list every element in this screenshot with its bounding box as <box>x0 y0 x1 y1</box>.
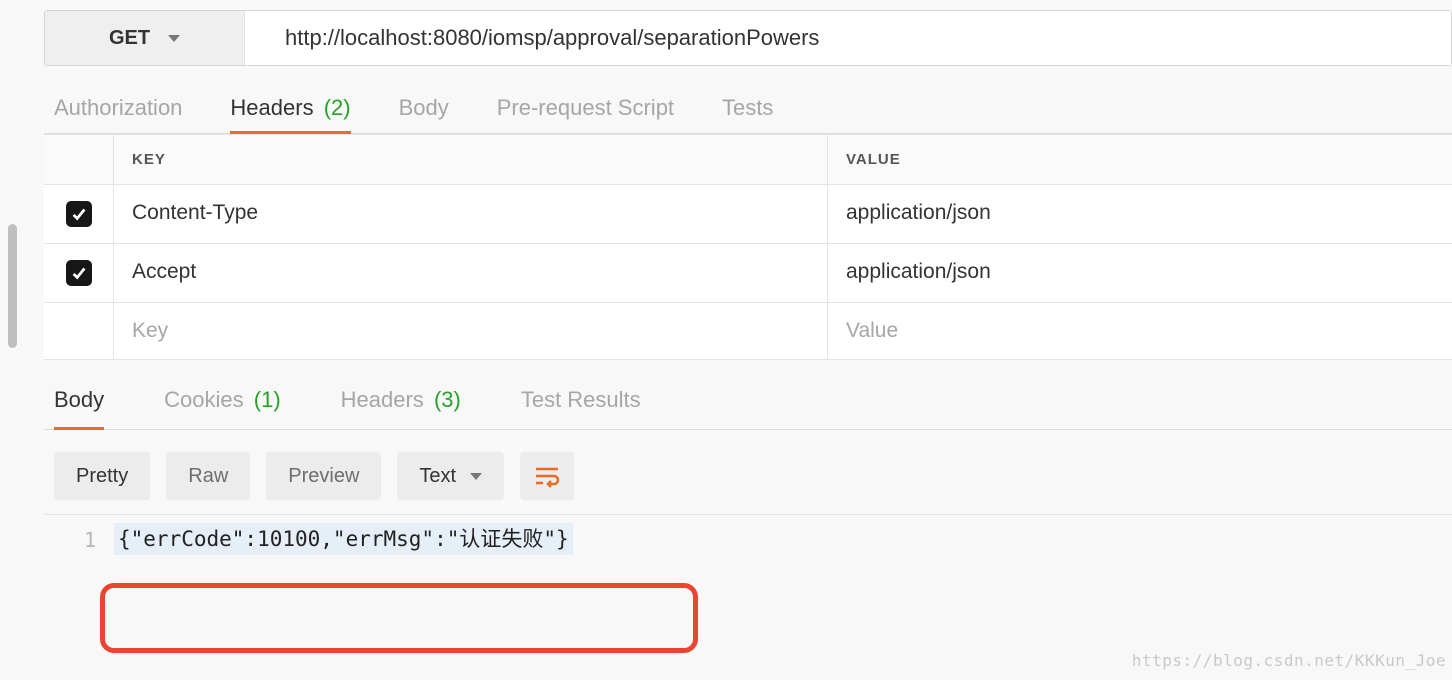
headers-th-value: VALUE <box>828 135 1452 185</box>
tab-headers-label: Headers <box>230 95 313 120</box>
header-key-cell[interactable]: Content-Type <box>114 185 828 244</box>
format-select[interactable]: Text <box>397 452 504 500</box>
main-area: GET Authorization Headers (2) Body Pre-r… <box>0 0 1452 555</box>
response-body-text[interactable]: {"errCode":10100,"errMsg":"认证失败"} <box>114 523 1452 555</box>
header-row-checkbox-cell[interactable] <box>44 244 114 303</box>
chevron-down-icon <box>470 473 482 480</box>
view-pretty-button[interactable]: Pretty <box>54 452 150 500</box>
response-tab-cookies[interactable]: Cookies (1) <box>164 377 281 429</box>
tab-authorization[interactable]: Authorization <box>54 85 182 133</box>
response-tabs: Body Cookies (1) Headers (3) Test Result… <box>44 360 1452 430</box>
response-tab-headers-label: Headers <box>341 387 424 412</box>
tab-headers-count: (2) <box>324 95 351 120</box>
code-gutter: 1 <box>44 523 114 555</box>
header-row-checkbox-cell <box>44 303 114 360</box>
wrap-icon <box>534 464 560 488</box>
checkbox-checked-icon[interactable] <box>66 260 92 286</box>
tab-tests[interactable]: Tests <box>722 85 773 133</box>
watermark-text: https://blog.csdn.net/KKKun_Joe <box>1132 651 1446 670</box>
header-row[interactable]: Content-Type application/json <box>44 185 1452 244</box>
scrollbar-thumb[interactable] <box>8 224 17 348</box>
header-value-cell[interactable]: application/json <box>828 244 1452 303</box>
header-row-new[interactable]: Key Value <box>44 303 1452 360</box>
url-input[interactable] <box>245 11 1451 65</box>
header-value-placeholder[interactable]: Value <box>828 303 1452 360</box>
line-number: 1 <box>44 525 96 555</box>
view-preview-button[interactable]: Preview <box>266 452 381 500</box>
header-row[interactable]: Accept application/json <box>44 244 1452 303</box>
response-tab-cookies-count: (1) <box>254 387 281 412</box>
chevron-down-icon <box>168 35 180 42</box>
header-value-cell[interactable]: application/json <box>828 185 1452 244</box>
header-checkbox-col <box>44 135 114 185</box>
header-key-cell[interactable]: Accept <box>114 244 828 303</box>
request-row: GET <box>44 10 1452 66</box>
headers-table-head: KEY VALUE <box>44 135 1452 185</box>
headers-table: KEY VALUE Content-Type application/json … <box>44 134 1452 360</box>
format-select-label: Text <box>419 465 456 488</box>
headers-th-key: KEY <box>114 135 828 185</box>
code-line[interactable]: {"errCode":10100,"errMsg":"认证失败"} <box>114 523 573 555</box>
tab-body[interactable]: Body <box>399 85 449 133</box>
response-toolbar: Pretty Raw Preview Text <box>44 430 1452 514</box>
request-tabs: Authorization Headers (2) Body Pre-reque… <box>44 84 1452 134</box>
wrap-lines-button[interactable] <box>520 452 574 500</box>
response-tab-headers[interactable]: Headers (3) <box>341 377 461 429</box>
header-row-checkbox-cell[interactable] <box>44 185 114 244</box>
response-body-view: 1 {"errCode":10100,"errMsg":"认证失败"} <box>44 514 1452 555</box>
response-tab-testresults[interactable]: Test Results <box>521 377 641 429</box>
view-raw-button[interactable]: Raw <box>166 452 250 500</box>
header-key-placeholder[interactable]: Key <box>114 303 828 360</box>
http-method-label: GET <box>109 27 150 50</box>
response-tab-cookies-label: Cookies <box>164 387 243 412</box>
response-tab-headers-count: (3) <box>434 387 461 412</box>
response-tab-body[interactable]: Body <box>54 377 104 429</box>
tab-prerequest[interactable]: Pre-request Script <box>497 85 674 133</box>
tab-headers[interactable]: Headers (2) <box>230 85 350 133</box>
checkbox-checked-icon[interactable] <box>66 201 92 227</box>
annotation-highlight <box>100 583 698 653</box>
http-method-select[interactable]: GET <box>45 11 245 65</box>
